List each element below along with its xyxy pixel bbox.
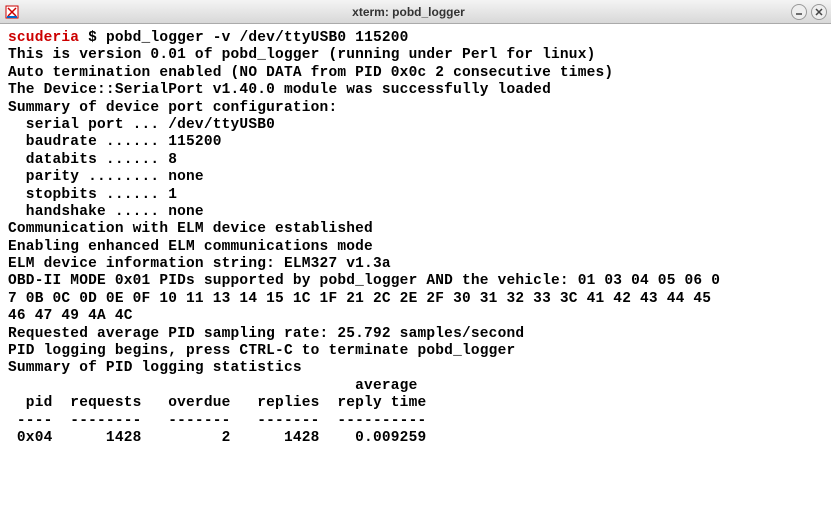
table-header: average: [8, 378, 417, 394]
output-line: Requested average PID sampling rate: 25.…: [8, 326, 524, 342]
output-line: Enabling enhanced ELM communications mod…: [8, 239, 373, 255]
table-row: 0x04 1428 2 1428 0.009259: [8, 430, 426, 446]
window-titlebar: xterm: pobd_logger: [0, 0, 831, 24]
close-button[interactable]: [811, 4, 827, 20]
config-stopbits: stopbits ...... 1: [8, 187, 177, 203]
config-parity: parity ........ none: [8, 169, 204, 185]
output-line: 46 47 49 4A 4C: [8, 308, 133, 324]
minimize-button[interactable]: [791, 4, 807, 20]
window-title: xterm: pobd_logger: [26, 5, 791, 19]
output-line: PID logging begins, press CTRL-C to term…: [8, 343, 515, 359]
config-baudrate: baudrate ...... 115200: [8, 134, 222, 150]
output-line: Summary of PID logging statistics: [8, 360, 302, 376]
output-line: Summary of device port configuration:: [8, 100, 337, 116]
prompt-command: pobd_logger -v /dev/ttyUSB0 115200: [106, 30, 409, 46]
output-line: Auto termination enabled (NO DATA from P…: [8, 65, 613, 81]
app-icon: [4, 4, 20, 20]
config-serial-port: serial port ... /dev/ttyUSB0: [8, 117, 275, 133]
output-line: ELM device information string: ELM327 v1…: [8, 256, 391, 272]
prompt-symbol: $: [88, 30, 97, 46]
output-line: This is version 0.01 of pobd_logger (run…: [8, 47, 596, 63]
config-handshake: handshake ..... none: [8, 204, 204, 220]
output-line: OBD-II MODE 0x01 PIDs supported by pobd_…: [8, 273, 720, 289]
window-controls: [791, 4, 827, 20]
output-line: Communication with ELM device establishe…: [8, 221, 373, 237]
config-databits: databits ...... 8: [8, 152, 177, 168]
output-line: 7 0B 0C 0D 0E 0F 10 11 13 14 15 1C 1F 21…: [8, 291, 711, 307]
table-divider: ---- -------- ------- ------- ----------: [8, 413, 426, 429]
output-line: The Device::SerialPort v1.40.0 module wa…: [8, 82, 551, 98]
terminal-output[interactable]: scuderia $ pobd_logger -v /dev/ttyUSB0 1…: [0, 24, 831, 517]
prompt-host: scuderia: [8, 30, 79, 46]
table-header: pid requests overdue replies reply time: [8, 395, 426, 411]
